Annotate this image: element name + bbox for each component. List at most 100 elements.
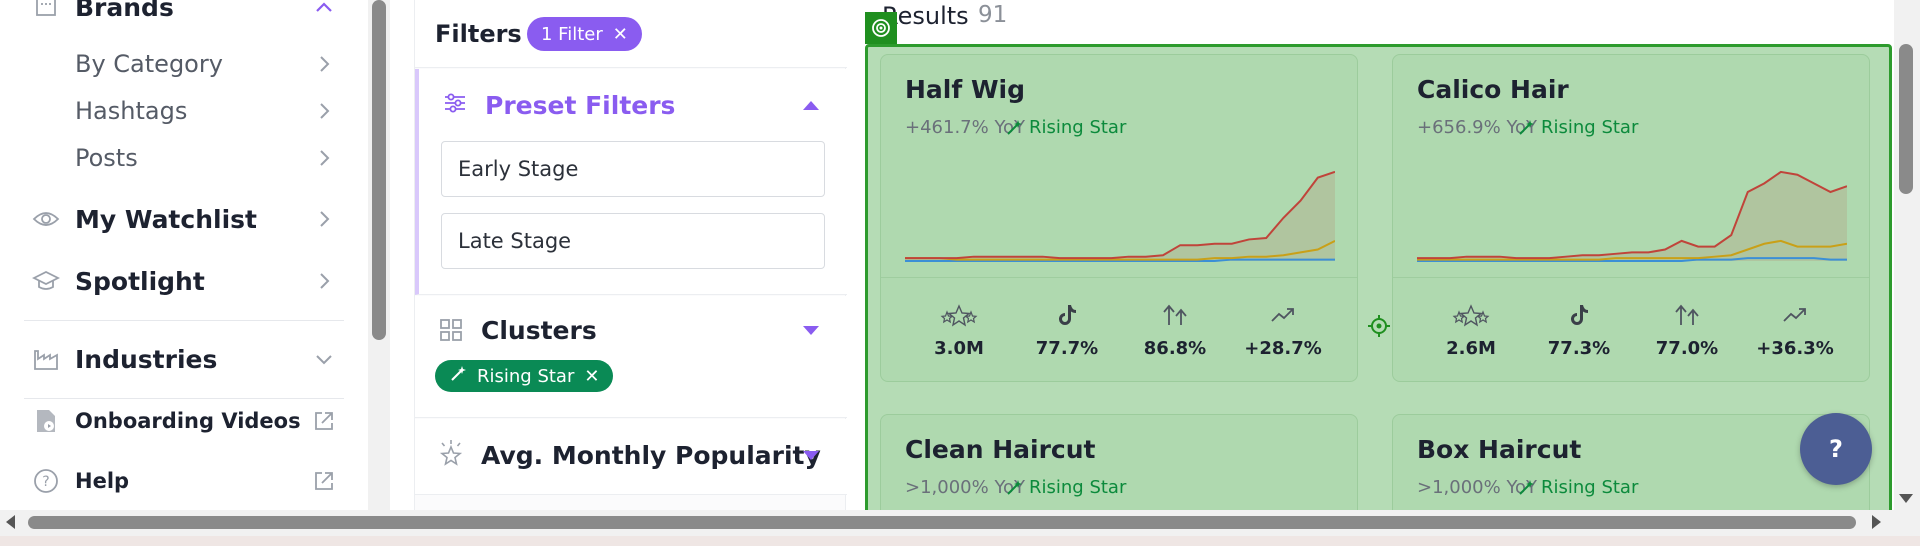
card-title[interactable]: Box Haircut bbox=[1417, 435, 1581, 464]
rising-star-chip-label: Rising Star bbox=[477, 365, 575, 387]
sidebar-item-label: Onboarding Videos bbox=[75, 409, 301, 433]
sidebar-item-help[interactable]: ? Help bbox=[0, 458, 345, 504]
preset-filters-title[interactable]: Preset Filters bbox=[485, 91, 675, 120]
chevron-right-icon bbox=[313, 270, 335, 292]
sidebar-item-onboarding[interactable]: Onboarding Videos bbox=[0, 398, 345, 444]
trending-up-icon bbox=[1755, 300, 1835, 330]
trend-card-half-wig[interactable]: Half Wig +461.7% YoY Rising Star 3.0M 77… bbox=[880, 54, 1358, 382]
sidebar-item-label: Brands bbox=[75, 0, 174, 22]
sidebar-item-watchlist[interactable]: My Watchlist bbox=[0, 196, 345, 242]
chevron-down-icon bbox=[313, 348, 335, 370]
rising-star-filter-chip[interactable]: Rising Star ✕ bbox=[435, 360, 614, 392]
stat-popularity: 2.6M bbox=[1431, 300, 1511, 359]
magic-wand-icon bbox=[1519, 479, 1534, 495]
vertical-scrollbar[interactable] bbox=[1899, 44, 1913, 194]
sliders-icon bbox=[441, 89, 469, 117]
magic-wand-icon bbox=[1007, 479, 1022, 495]
app-page: Brands By Category Hashtags Posts My Wat… bbox=[0, 0, 1920, 546]
sidebar-item-brands[interactable]: Brands bbox=[0, 0, 345, 30]
sidebar-item-posts[interactable]: Posts bbox=[0, 135, 345, 181]
preset-option-late-stage[interactable]: Late Stage bbox=[441, 213, 825, 269]
sidebar-divider bbox=[24, 320, 344, 321]
horizontal-scrollbar[interactable] bbox=[28, 516, 1856, 529]
active-filter-chip[interactable]: 1 Filter ✕ bbox=[527, 17, 642, 51]
sparkline-area bbox=[1417, 171, 1847, 261]
sidebar-scrollbar[interactable] bbox=[372, 0, 386, 340]
scroll-down-arrow-icon[interactable] bbox=[1899, 494, 1913, 503]
trend-card-calico-hair[interactable]: Calico Hair +656.9% YoY Rising Star 2.6M… bbox=[1392, 54, 1870, 382]
arrows-up-icon bbox=[1135, 300, 1215, 330]
card-title[interactable]: Calico Hair bbox=[1417, 75, 1569, 104]
external-link-icon bbox=[313, 470, 335, 492]
stars-icon bbox=[919, 300, 999, 330]
sidebar: Brands By Category Hashtags Posts My Wat… bbox=[0, 0, 370, 510]
graduation-cap-icon bbox=[32, 267, 60, 295]
chevron-down-icon[interactable] bbox=[803, 326, 819, 335]
card-title[interactable]: Half Wig bbox=[905, 75, 1025, 104]
card-title[interactable]: Clean Haircut bbox=[905, 435, 1096, 464]
chevron-up-icon[interactable] bbox=[313, 0, 335, 18]
video-file-icon bbox=[32, 407, 60, 435]
target-icon bbox=[1368, 315, 1390, 337]
badge-label: Rising Star bbox=[1541, 117, 1639, 138]
building-icon bbox=[32, 0, 60, 21]
chevron-right-icon bbox=[313, 147, 335, 169]
popularity-title[interactable]: Avg. Monthly Popularity bbox=[481, 441, 821, 470]
sidebar-item-label: Help bbox=[75, 469, 130, 493]
badge-label: Rising Star bbox=[1029, 117, 1127, 138]
stat-tiktok: 77.3% bbox=[1539, 300, 1619, 359]
results-count: 91 bbox=[978, 2, 1008, 28]
sidebar-item-label: Industries bbox=[75, 344, 218, 374]
scroll-left-arrow-icon[interactable] bbox=[6, 515, 15, 529]
rising-star-badge: Rising Star bbox=[1005, 477, 1126, 498]
tiktok-icon bbox=[1027, 300, 1107, 330]
scroll-right-arrow-icon[interactable] bbox=[1872, 515, 1881, 529]
clusters-title[interactable]: Clusters bbox=[481, 316, 597, 345]
magic-wand-icon bbox=[1007, 119, 1022, 135]
magic-wand-icon bbox=[1519, 119, 1534, 135]
grid-icon bbox=[437, 316, 465, 344]
sidebar-item-label: My Watchlist bbox=[75, 204, 257, 234]
bottom-strip bbox=[0, 536, 1920, 546]
clusters-section: Clusters Rising Star ✕ bbox=[415, 296, 847, 418]
target-icon bbox=[865, 12, 897, 44]
factory-icon bbox=[32, 345, 60, 373]
sidebar-item-label: Posts bbox=[75, 144, 138, 172]
chevron-down-icon[interactable] bbox=[803, 451, 819, 460]
stat-trend: +28.7% bbox=[1243, 300, 1323, 359]
close-icon[interactable]: ✕ bbox=[584, 366, 599, 387]
badge-label: Rising Star bbox=[1029, 477, 1127, 498]
stat-value: 77.7% bbox=[1035, 338, 1099, 359]
stars-icon bbox=[1431, 300, 1511, 330]
sidebar-item-by-category[interactable]: By Category bbox=[0, 41, 345, 87]
sidebar-item-label: By Category bbox=[75, 50, 223, 78]
close-icon[interactable]: ✕ bbox=[613, 24, 628, 45]
chevron-right-icon bbox=[313, 100, 335, 122]
card-divider bbox=[1393, 277, 1869, 278]
star-sparkle-icon bbox=[437, 439, 465, 467]
stat-value: 86.8% bbox=[1143, 338, 1207, 359]
chevron-right-icon bbox=[313, 208, 335, 230]
stat-value: +36.3% bbox=[1756, 338, 1834, 359]
sidebar-item-hashtags[interactable]: Hashtags bbox=[0, 88, 345, 134]
arrows-up-icon bbox=[1647, 300, 1727, 330]
stat-trend: +36.3% bbox=[1755, 300, 1835, 359]
sidebar-item-industries[interactable]: Industries bbox=[0, 336, 345, 382]
stat-growth-ratio: 77.0% bbox=[1647, 300, 1727, 359]
stat-tiktok: 77.7% bbox=[1027, 300, 1107, 359]
stat-value: 77.3% bbox=[1547, 338, 1611, 359]
tiktok-icon bbox=[1539, 300, 1619, 330]
stat-value: 77.0% bbox=[1655, 338, 1719, 359]
preset-filters-section: Preset Filters Early Stage Late Stage bbox=[415, 69, 847, 295]
preset-option-early-stage[interactable]: Early Stage bbox=[441, 141, 825, 197]
help-button[interactable]: ? bbox=[1800, 413, 1872, 485]
svg-text:?: ? bbox=[42, 474, 49, 490]
rising-star-badge: Rising Star bbox=[1517, 477, 1638, 498]
chevron-right-icon bbox=[313, 53, 335, 75]
sidebar-item-spotlight[interactable]: Spotlight bbox=[0, 258, 345, 304]
stat-growth-ratio: 86.8% bbox=[1135, 300, 1215, 359]
badge-label: Rising Star bbox=[1541, 477, 1639, 498]
stat-popularity: 3.0M bbox=[919, 300, 999, 359]
chevron-up-icon[interactable] bbox=[803, 101, 819, 110]
trending-up-icon bbox=[1243, 300, 1323, 330]
